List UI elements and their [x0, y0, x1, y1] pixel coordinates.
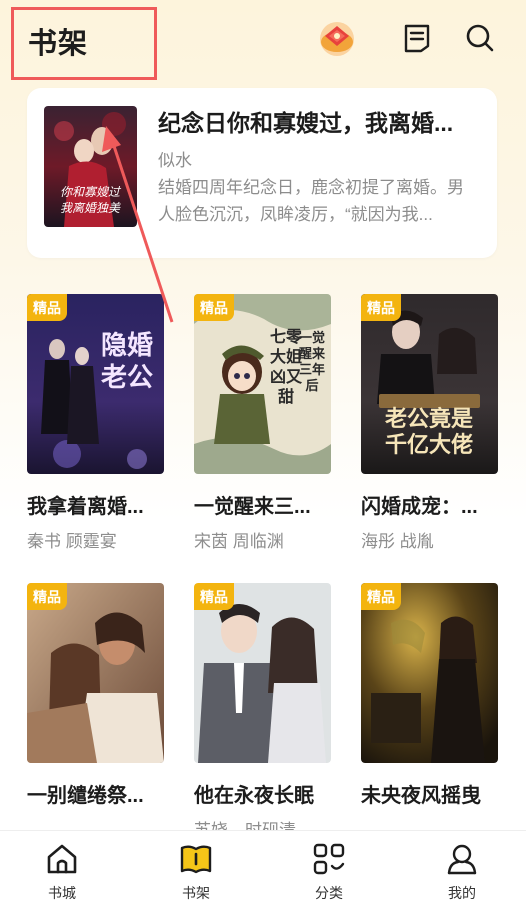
svg-text:一觉: 一觉 — [299, 330, 325, 346]
book-title[interactable]: 闪婚成宠：... — [361, 490, 498, 519]
book-cover[interactable]: 精品 — [361, 583, 498, 763]
svg-text:千亿大佬: 千亿大佬 — [385, 432, 473, 458]
featured-book-title[interactable]: 纪念日你和寡嫂过，我离婚... — [158, 104, 483, 138]
premium-badge: 精品 — [27, 294, 67, 321]
nav-tab-category[interactable]: 分类 — [289, 839, 369, 909]
reading-history-button[interactable] — [397, 18, 437, 58]
svg-text:隐婚: 隐婚 — [101, 331, 153, 361]
book-cover[interactable]: 精品 — [194, 583, 331, 763]
nav-tab-profile[interactable]: 我的 — [422, 839, 502, 909]
notes-icon — [404, 24, 430, 53]
bookshelf-icon — [180, 845, 212, 874]
svg-text:甜: 甜 — [278, 387, 294, 406]
featured-book-cover[interactable]: 你和寡嫂过 我离婚独美 — [44, 106, 137, 227]
nav-tab-bookshelf[interactable]: 书架 — [156, 839, 236, 909]
premium-badge: 精品 — [361, 294, 401, 321]
annotation-highlight-box — [11, 7, 157, 80]
book-item[interactable]: 精品 未央夜风摇曳 — [361, 583, 498, 816]
premium-badge: 精品 — [194, 294, 234, 321]
book-authors: 海彤 战胤 — [361, 532, 434, 551]
bottom-navigation: 书城 书架 分类 我的 — [0, 830, 526, 913]
svg-text:大姐: 大姐 — [270, 347, 302, 366]
home-icon — [47, 844, 77, 874]
book-title[interactable]: 一觉醒来三... — [194, 490, 331, 519]
nav-label: 分类 — [315, 885, 343, 901]
featured-book-author: 似水 — [158, 151, 192, 170]
nav-label: 书架 — [182, 885, 210, 901]
book-cover[interactable]: 精品 老公竟是 千亿大佬 — [361, 294, 498, 474]
svg-text:我离婚独美: 我离婚独美 — [60, 201, 121, 215]
book-title[interactable]: 我拿着离婚... — [27, 490, 164, 519]
svg-text:三年: 三年 — [299, 362, 325, 378]
book-authors: 宋茵 周临渊 — [194, 532, 284, 551]
featured-book-card[interactable]: 你和寡嫂过 我离婚独美 纪念日你和寡嫂过，我离婚... 似水 结婚四周年纪念日，… — [27, 88, 497, 258]
svg-text:后: 后 — [305, 378, 318, 394]
book-title[interactable]: 他在永夜长眠 — [194, 779, 331, 808]
book-item[interactable]: 精品 他在永夜长眠 苏娆、时砚清 — [194, 583, 331, 841]
search-button[interactable] — [460, 18, 500, 58]
book-title[interactable]: 一别缱绻祭... — [27, 779, 164, 808]
book-cover[interactable]: 精品 — [27, 583, 164, 763]
featured-book-description: 结婚四周年纪念日，鹿念初提了离婚。男人脸色沉沉，凤眸凌厉，“就因为我... — [158, 178, 464, 224]
search-icon — [466, 24, 494, 52]
premium-badge: 精品 — [27, 583, 67, 610]
profile-icon — [447, 844, 477, 875]
gift-icon — [320, 22, 354, 56]
book-authors: 秦书 顾霆宴 — [27, 532, 117, 551]
book-cover[interactable]: 精品 七零 大姐 凶又 甜 一觉 醒来 三年 后 — [194, 294, 331, 474]
premium-badge: 精品 — [194, 583, 234, 610]
svg-text:老公: 老公 — [101, 363, 153, 393]
book-title[interactable]: 未央夜风摇曳 — [361, 779, 498, 808]
book-item[interactable]: 精品 一别缱绻祭... — [27, 583, 164, 816]
nav-tab-bookstore[interactable]: 书城 — [22, 839, 102, 909]
header: 书架 — [0, 0, 526, 84]
book-item[interactable]: 精品 七零 大姐 凶又 甜 一觉 醒来 三年 后 一觉醒来三... 宋茵 周临渊 — [194, 294, 331, 552]
reward-button[interactable] — [317, 18, 357, 58]
svg-text:醒来: 醒来 — [299, 346, 326, 362]
book-item[interactable]: 精品 隐婚 老公 我拿着离婚... 秦书 顾霆宴 — [27, 294, 164, 552]
nav-label: 书城 — [48, 885, 76, 901]
svg-text:你和寡嫂过: 你和寡嫂过 — [60, 185, 122, 199]
category-icon — [313, 843, 345, 875]
nav-label: 我的 — [448, 885, 476, 901]
premium-badge: 精品 — [361, 583, 401, 610]
book-item[interactable]: 精品 老公竟是 千亿大佬 闪婚成宠：... 海彤 战胤 — [361, 294, 498, 552]
svg-text:老公竟是: 老公竟是 — [384, 406, 473, 432]
book-cover[interactable]: 精品 隐婚 老公 — [27, 294, 164, 474]
